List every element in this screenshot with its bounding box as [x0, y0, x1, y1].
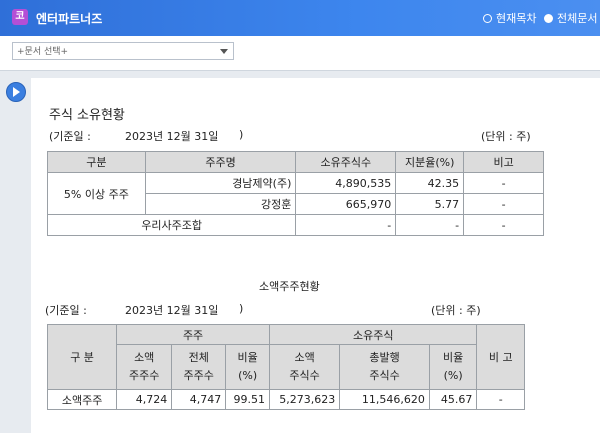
col-header-minor-shares: 소액 주식수	[268, 344, 341, 390]
app-logo-icon: 코	[12, 9, 28, 25]
minor-base-date-close: )	[239, 302, 244, 315]
col-header-count-ratio: 비율 (%)	[225, 344, 270, 390]
radio-unselected-icon	[483, 13, 492, 23]
table-subheader-row: 소액 주주수 전체 주주수 비율 (%) 소액 주식수 총발행 주식수 비율 (%)	[48, 344, 525, 390]
base-date-close: )	[239, 128, 244, 141]
col-header-ownership: 소유주식	[268, 324, 478, 345]
col-header-note: 비고	[463, 151, 544, 173]
table-row: 5% 이상 주주 경남제약(주) 4,890,535 42.35 -	[47, 172, 544, 215]
section-title: 주식 소유현황	[49, 108, 125, 123]
document-select[interactable]: +문서 선택+	[12, 42, 234, 60]
unit-label: (단위 : 주)	[481, 130, 531, 143]
minor-shares: 5,273,623	[268, 389, 341, 410]
share-ratio: 45.67	[428, 389, 478, 410]
share-count: -	[295, 214, 397, 236]
base-date: 2023년 12월 31일	[125, 130, 219, 143]
col-header-ratio: 지분율(%)	[395, 151, 465, 173]
radio-all-label: 전체문서	[557, 12, 598, 25]
app-title: 엔터파트너즈	[36, 12, 103, 26]
document-viewer: 주식 소유현황 (기준일 : 2023년 12월 31일 ) (단위 : 주) …	[31, 78, 600, 433]
group-label: 5% 이상 주주	[47, 172, 146, 215]
col-header-shares: 소유주식수	[295, 151, 397, 173]
share-ratio: -	[395, 214, 465, 236]
minor-count: 4,724	[116, 389, 173, 410]
minor-unit-label: (단위 : 주)	[431, 304, 481, 317]
table-header-row: 구 분 주주 소유주식 비 고	[46, 324, 525, 390]
col-header-division: 구 분	[46, 324, 118, 390]
toggle-sidebar-button[interactable]	[6, 82, 26, 102]
minor-base-date: 2023년 12월 31일	[125, 304, 219, 317]
union-label: 우리사주조합	[46, 214, 297, 236]
row-label: 소액주주	[46, 389, 118, 410]
note: -	[476, 389, 525, 410]
total-count: 4,747	[171, 389, 227, 410]
shareholder-name: 강정훈	[144, 193, 297, 215]
shareholding-table: 구분 주주명 소유주식수 지분율(%) 비고 5% 이상 주주 경남제약(주) …	[46, 151, 544, 236]
col-header-shareholders: 주주	[116, 324, 270, 345]
share-count: 4,890,535	[295, 172, 397, 194]
radio-current-label: 현재목차	[496, 12, 537, 25]
minor-shareholders-title: 소액주주현황	[259, 280, 320, 293]
col-header-name: 주주명	[144, 151, 297, 173]
minor-base-date-label: (기준일 :	[45, 304, 87, 317]
table-row: 소액주주 4,724 4,747 99.51 5,273,623 11,546,…	[46, 389, 525, 410]
col-header-note: 비 고	[476, 324, 525, 390]
share-count: 665,970	[295, 193, 397, 215]
col-header-division: 구분	[47, 151, 146, 173]
share-ratio: 42.35	[395, 172, 465, 194]
table-row: 우리사주조합 - - -	[46, 214, 544, 236]
radio-selected-icon	[544, 13, 553, 23]
chevron-down-icon	[220, 49, 228, 54]
radio-current-section[interactable]: 현재목차	[483, 10, 536, 26]
col-header-total-shares: 총발행 주식수	[339, 344, 430, 390]
shareholder-name: 경남제약(주)	[144, 172, 297, 194]
total-shares: 11,546,620	[339, 389, 430, 410]
radio-all-documents[interactable]: 전체문서	[544, 10, 597, 26]
share-ratio: 5.77	[395, 193, 465, 215]
col-header-minor-count: 소액 주주수	[116, 344, 173, 390]
base-date-label: (기준일 :	[49, 130, 91, 143]
col-header-share-ratio: 비율 (%)	[428, 344, 478, 390]
note: -	[463, 172, 544, 194]
table-header-row: 구분 주주명 소유주식수 지분율(%) 비고	[47, 151, 544, 173]
col-header-total-count: 전체 주주수	[171, 344, 227, 390]
note: -	[463, 214, 544, 236]
app-header: 코 엔터파트너즈 현재목차 전체문서	[0, 0, 600, 36]
document-select-value: +문서 선택+	[17, 47, 69, 57]
note: -	[463, 193, 544, 215]
count-ratio: 99.51	[225, 389, 270, 410]
minor-shareholders-table: 구 분 주주 소유주식 비 고 소액 주주수 전체 주주수 비율 (%) 소액 주식수 …	[46, 324, 525, 410]
